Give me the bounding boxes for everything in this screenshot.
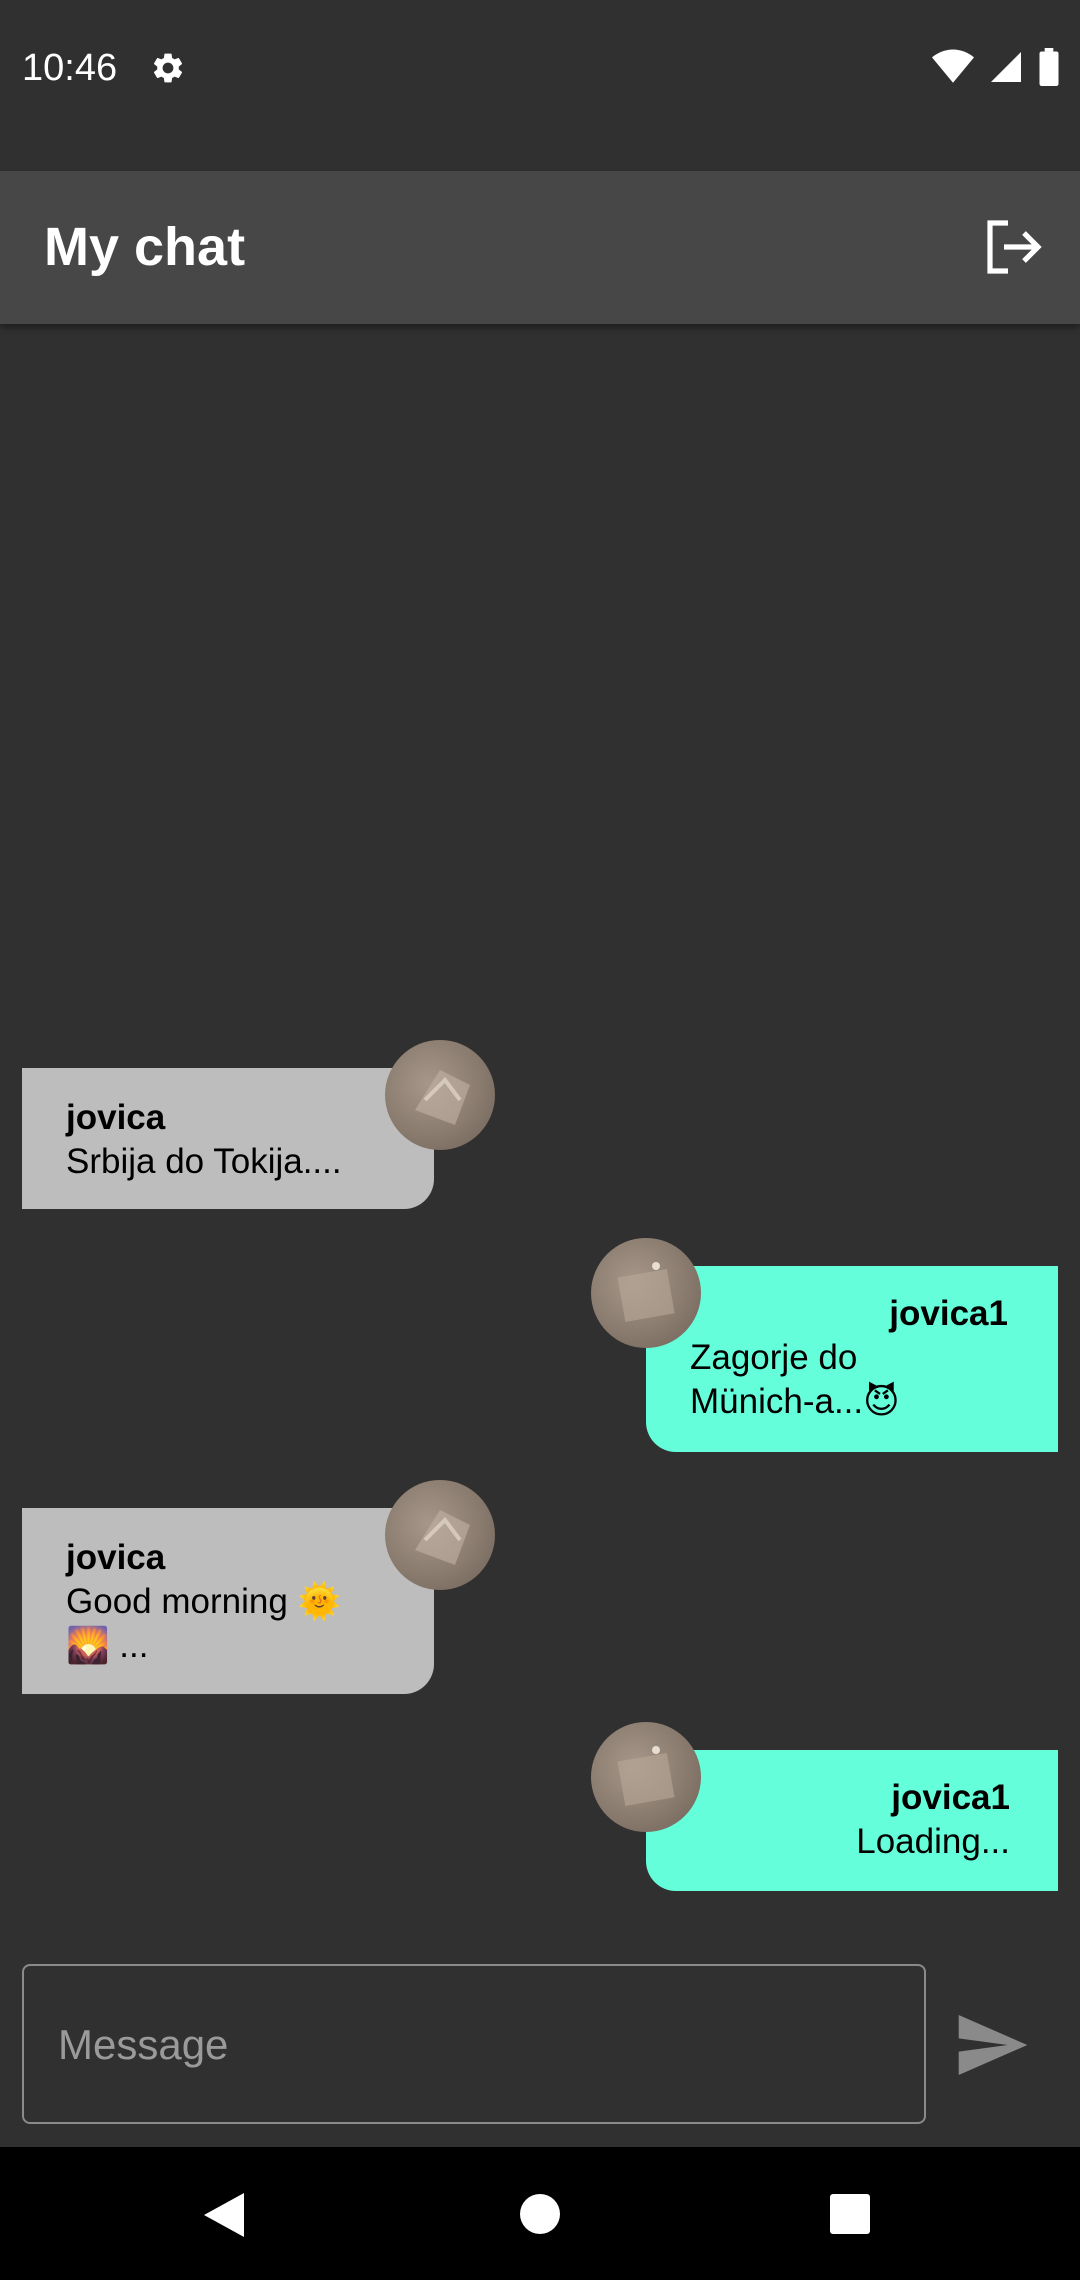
message-text: Loading...	[856, 1822, 1010, 1861]
app-title: My chat	[44, 217, 246, 277]
status-icons	[932, 48, 1060, 86]
status-time: 10:46	[22, 47, 118, 89]
message-text: 🌄 ...	[66, 1626, 149, 1665]
message-sender: jovica	[66, 1538, 166, 1577]
message-bubble-outgoing: jovica1 Zagorje do Münich-a...😈	[646, 1266, 1058, 1452]
message-text: Münich-a...😈	[690, 1382, 900, 1421]
message-text: Srbija do Tokija....	[66, 1142, 342, 1181]
app-bar: My chat	[0, 171, 1080, 324]
gear-icon	[153, 53, 183, 83]
home-icon[interactable]	[519, 2193, 561, 2235]
avatar	[591, 1238, 701, 1348]
battery-icon	[1039, 48, 1059, 86]
navigation-bar	[0, 2147, 1080, 2280]
avatar	[385, 1480, 495, 1590]
message-text: Zagorje do	[690, 1338, 858, 1377]
avatar	[385, 1040, 495, 1150]
message-sender: jovica1	[889, 1294, 1008, 1333]
message-input-container	[22, 1964, 926, 2124]
message-input[interactable]	[56, 1966, 900, 2124]
message-sender: jovica1	[891, 1778, 1010, 1817]
logout-icon[interactable]	[980, 215, 1044, 279]
recents-icon[interactable]	[829, 2193, 871, 2235]
back-icon[interactable]	[204, 2193, 244, 2237]
send-icon[interactable]	[958, 2015, 1028, 2075]
wifi-icon	[932, 49, 974, 83]
chat-screen: 10:46 My chat jovica Srbija do Tokija...…	[0, 0, 1080, 2280]
message-bubble-incoming: jovica Good morning 🌞 🌄 ...	[22, 1508, 434, 1694]
message-bubble-incoming: jovica Srbija do Tokija....	[22, 1068, 434, 1209]
message-sender: jovica	[66, 1098, 166, 1137]
message-text: Good morning 🌞	[66, 1582, 342, 1621]
status-bar: 10:46	[0, 0, 1080, 136]
message-bubble-outgoing: jovica1 Loading...	[646, 1750, 1058, 1891]
signal-icon	[991, 52, 1021, 82]
avatar	[591, 1722, 701, 1832]
